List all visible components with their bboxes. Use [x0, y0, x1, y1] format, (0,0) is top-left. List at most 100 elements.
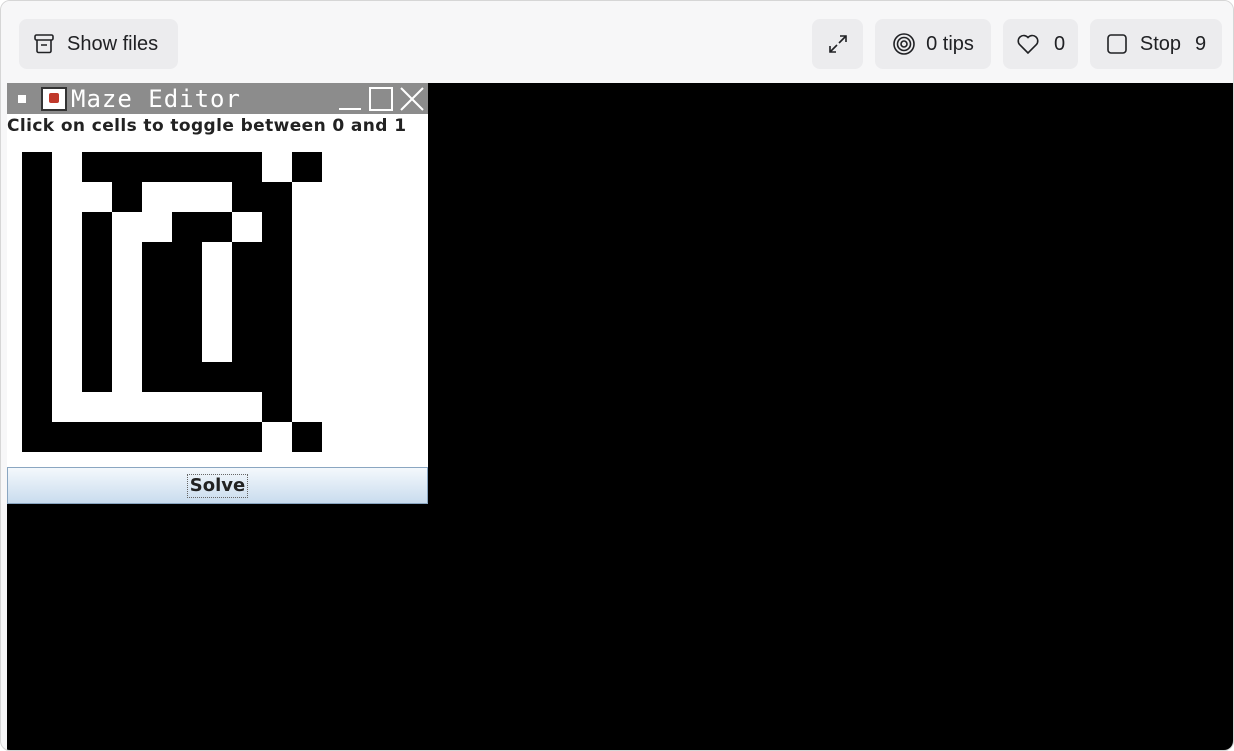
maximize-icon[interactable] — [368, 86, 394, 112]
maze-cell[interactable] — [202, 212, 232, 242]
maze-cell[interactable] — [112, 362, 142, 392]
maze-cell[interactable] — [112, 212, 142, 242]
maze-cell[interactable] — [52, 272, 82, 302]
maze-cell[interactable] — [172, 422, 202, 452]
maze-cell[interactable] — [292, 362, 322, 392]
maze-cell[interactable] — [232, 212, 262, 242]
maze-cell[interactable] — [142, 272, 172, 302]
maze-cell[interactable] — [22, 302, 52, 332]
maze-cell[interactable] — [112, 242, 142, 272]
maze-cell[interactable] — [292, 422, 322, 452]
maze-cell[interactable] — [232, 272, 262, 302]
maze-cell[interactable] — [232, 242, 262, 272]
maze-cell[interactable] — [22, 422, 52, 452]
maze-cell[interactable] — [82, 272, 112, 302]
maze-cell[interactable] — [142, 332, 172, 362]
maze-cell[interactable] — [82, 182, 112, 212]
remote-desktop-screen[interactable]: Maze Editor Click on cells to toggle bet… — [7, 83, 1233, 750]
maze-cell[interactable] — [172, 392, 202, 422]
maze-cell[interactable] — [292, 272, 322, 302]
maze-cell[interactable] — [202, 242, 232, 272]
maze-cell[interactable] — [172, 212, 202, 242]
maze-cell[interactable] — [262, 392, 292, 422]
maze-cell[interactable] — [112, 302, 142, 332]
maze-cell[interactable] — [232, 362, 262, 392]
maze-cell[interactable] — [202, 422, 232, 452]
maze-grid[interactable] — [22, 152, 322, 452]
close-icon[interactable] — [399, 86, 425, 112]
maze-cell[interactable] — [112, 392, 142, 422]
maze-cell[interactable] — [22, 332, 52, 362]
maze-cell[interactable] — [292, 212, 322, 242]
maze-cell[interactable] — [292, 392, 322, 422]
maze-cell[interactable] — [292, 152, 322, 182]
maze-cell[interactable] — [22, 152, 52, 182]
maze-cell[interactable] — [172, 302, 202, 332]
maze-cell[interactable] — [262, 152, 292, 182]
maze-cell[interactable] — [232, 182, 262, 212]
maze-cell[interactable] — [52, 362, 82, 392]
maze-cell[interactable] — [22, 242, 52, 272]
maze-cell[interactable] — [262, 302, 292, 332]
maze-cell[interactable] — [262, 332, 292, 362]
maze-cell[interactable] — [112, 332, 142, 362]
maze-cell[interactable] — [262, 272, 292, 302]
maze-cell[interactable] — [172, 152, 202, 182]
maze-cell[interactable] — [202, 392, 232, 422]
maze-cell[interactable] — [202, 302, 232, 332]
maze-cell[interactable] — [82, 392, 112, 422]
maze-cell[interactable] — [112, 272, 142, 302]
maze-cell[interactable] — [142, 242, 172, 272]
maze-cell[interactable] — [52, 182, 82, 212]
maze-cell[interactable] — [172, 182, 202, 212]
maze-cell[interactable] — [232, 332, 262, 362]
maze-cell[interactable] — [52, 422, 82, 452]
maze-cell[interactable] — [202, 182, 232, 212]
maze-cell[interactable] — [142, 212, 172, 242]
maze-cell[interactable] — [202, 332, 232, 362]
show-files-button[interactable]: Show files — [19, 19, 178, 69]
maze-cell[interactable] — [292, 242, 322, 272]
maze-cell[interactable] — [142, 182, 172, 212]
maze-cell[interactable] — [142, 362, 172, 392]
maze-cell[interactable] — [82, 212, 112, 242]
maze-cell[interactable] — [172, 362, 202, 392]
maze-cell[interactable] — [142, 392, 172, 422]
maze-cell[interactable] — [172, 242, 202, 272]
maze-cell[interactable] — [142, 152, 172, 182]
maze-cell[interactable] — [232, 422, 262, 452]
maze-cell[interactable] — [292, 182, 322, 212]
maze-cell[interactable] — [22, 362, 52, 392]
window-menu-icon[interactable] — [18, 95, 26, 103]
maze-cell[interactable] — [142, 302, 172, 332]
window-titlebar[interactable]: Maze Editor — [7, 83, 428, 114]
maze-cell[interactable] — [292, 332, 322, 362]
maze-cell[interactable] — [82, 362, 112, 392]
maze-cell[interactable] — [22, 212, 52, 242]
maze-cell[interactable] — [172, 272, 202, 302]
maze-cell[interactable] — [52, 392, 82, 422]
maze-cell[interactable] — [142, 422, 172, 452]
maze-cell[interactable] — [202, 272, 232, 302]
maze-cell[interactable] — [52, 242, 82, 272]
maze-cell[interactable] — [202, 362, 232, 392]
maze-cell[interactable] — [82, 152, 112, 182]
maze-cell[interactable] — [22, 392, 52, 422]
maze-cell[interactable] — [172, 332, 202, 362]
solve-button[interactable]: Solve — [7, 467, 428, 504]
maze-cell[interactable] — [292, 302, 322, 332]
maze-cell[interactable] — [22, 182, 52, 212]
maze-cell[interactable] — [82, 242, 112, 272]
stop-button[interactable]: Stop 9 — [1090, 19, 1222, 69]
maze-cell[interactable] — [262, 422, 292, 452]
maze-cell[interactable] — [82, 422, 112, 452]
maze-cell[interactable] — [232, 152, 262, 182]
maze-cell[interactable] — [262, 182, 292, 212]
maze-cell[interactable] — [262, 242, 292, 272]
maze-cell[interactable] — [262, 362, 292, 392]
maze-cell[interactable] — [52, 152, 82, 182]
maze-cell[interactable] — [52, 332, 82, 362]
maze-cell[interactable] — [112, 182, 142, 212]
maze-cell[interactable] — [262, 212, 292, 242]
maze-cell[interactable] — [52, 302, 82, 332]
